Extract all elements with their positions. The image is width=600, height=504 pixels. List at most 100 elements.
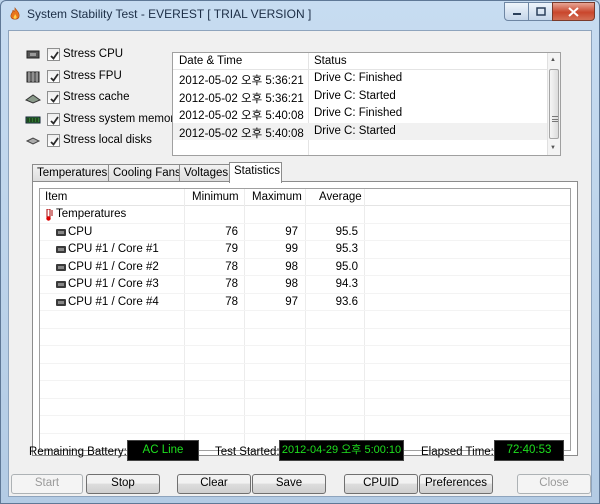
header-minimum[interactable]: Minimum <box>192 191 239 203</box>
table-row[interactable]: CPU #1 / Core #4 78 97 93.6 <box>40 294 570 311</box>
thermometer-icon <box>46 209 53 221</box>
log-status: Drive C: Started <box>314 124 396 137</box>
window-title: System Stability Test - EVEREST [ TRIAL … <box>27 7 312 21</box>
event-log-list[interactable]: Date & Time Status 2012-05-02 오후 5:36:21… <box>172 52 561 156</box>
fpu-icon <box>26 71 40 82</box>
stress-cpu-label: Stress CPU <box>63 48 124 60</box>
minimize-button[interactable] <box>504 2 529 21</box>
scrollbar-thumb[interactable] <box>549 69 559 139</box>
test-started-label: Test Started: <box>215 446 280 458</box>
stress-cache-option[interactable]: Stress cache <box>25 88 175 110</box>
stress-cpu-checkbox[interactable] <box>47 48 60 61</box>
log-row[interactable]: 2012-05-02 오후 5:40:08 Drive C: Finished <box>173 105 549 123</box>
close-icon <box>568 6 579 17</box>
stress-cpu-option[interactable]: Stress CPU <box>25 45 175 67</box>
stress-options: Stress CPU Stress FPU Stress cache Stres… <box>25 45 180 153</box>
header-item[interactable]: Item <box>45 191 67 203</box>
client-area: Stress CPU Stress FPU Stress cache Stres… <box>8 30 592 497</box>
log-status: Drive C: Started <box>314 89 396 102</box>
log-header-datetime[interactable]: Date & Time <box>179 55 242 67</box>
empty-row <box>40 346 570 364</box>
log-header: Date & Time Status <box>173 53 549 70</box>
close-window-button[interactable] <box>552 2 595 21</box>
group-row-temperatures[interactable]: Temperatures <box>40 206 570 224</box>
row-average: 93.6 <box>335 295 358 308</box>
log-header-status[interactable]: Status <box>314 55 347 67</box>
preferences-button[interactable]: Preferences <box>419 474 493 494</box>
table-row[interactable]: CPU #1 / Core #3 78 98 94.3 <box>40 276 570 294</box>
stress-cache-label: Stress cache <box>63 91 130 103</box>
table-row[interactable]: CPU #1 / Core #1 79 99 95.3 <box>40 241 570 259</box>
log-status: Drive C: Finished <box>314 107 403 119</box>
tab-temperatures[interactable]: Temperatures <box>32 164 109 182</box>
maximize-button[interactable] <box>528 2 553 21</box>
header-maximum[interactable]: Maximum <box>252 191 302 203</box>
row-item: CPU <box>68 225 93 238</box>
chip-icon <box>56 263 66 271</box>
row-item: CPU #1 / Core #4 <box>68 295 159 308</box>
row-item: CPU #1 / Core #1 <box>68 243 159 255</box>
stress-disks-checkbox[interactable] <box>47 134 60 147</box>
flame-app-icon <box>10 7 20 20</box>
empty-row <box>40 329 570 346</box>
row-item: CPU #1 / Core #3 <box>68 278 159 290</box>
scroll-down-icon[interactable]: ▼ <box>550 144 556 152</box>
title-bar[interactable]: System Stability Test - EVEREST [ TRIAL … <box>1 1 599 29</box>
stop-button[interactable]: Stop <box>86 474 160 494</box>
group-label: Temperatures <box>56 208 127 220</box>
row-minimum: 76 <box>225 225 238 238</box>
stress-disks-label: Stress local disks <box>63 134 152 146</box>
empty-row <box>40 416 570 434</box>
disk-icon <box>25 137 41 145</box>
stress-fpu-label: Stress FPU <box>63 69 122 82</box>
log-row[interactable]: 2012-05-02 오후 5:36:21 Drive C: Finished <box>173 70 549 88</box>
row-maximum: 99 <box>285 243 298 255</box>
log-datetime: 2012-05-02 오후 5:40:08 <box>179 110 304 122</box>
log-row[interactable]: 2012-05-02 오후 5:36:21 Drive C: Started <box>173 88 549 106</box>
stress-memory-option[interactable]: Stress system memory <box>25 110 180 132</box>
scroll-up-icon[interactable]: ▲ <box>550 56 556 64</box>
tab-statistics[interactable]: Statistics <box>229 162 282 183</box>
stability-test-window: System Stability Test - EVEREST [ TRIAL … <box>0 0 600 504</box>
table-row[interactable]: CPU 76 97 95.5 <box>40 224 570 241</box>
elapsed-time-label: Elapsed Time: <box>421 446 494 458</box>
stress-fpu-option[interactable]: Stress FPU <box>25 67 175 89</box>
log-row[interactable]: 2012-05-02 오후 5:40:08 Drive C: Started <box>173 122 549 140</box>
stress-memory-label: Stress system memory <box>63 112 180 125</box>
chip-icon <box>56 246 66 253</box>
stress-fpu-checkbox[interactable] <box>47 69 60 83</box>
elapsed-time-display: 72:40:53 <box>494 440 564 461</box>
empty-row <box>40 364 570 381</box>
log-status: Drive C: Finished <box>314 72 403 84</box>
row-average: 94.3 <box>335 278 358 290</box>
stress-disks-option[interactable]: Stress local disks <box>25 131 175 153</box>
cache-icon <box>25 94 41 104</box>
chip-icon <box>56 281 66 288</box>
row-maximum: 98 <box>285 278 298 290</box>
start-button[interactable]: Start <box>11 474 83 494</box>
maximize-icon <box>535 7 546 16</box>
row-minimum: 79 <box>225 243 238 255</box>
checkmark-icon <box>50 51 59 60</box>
checkmark-icon <box>50 137 59 146</box>
row-minimum: 78 <box>225 260 238 273</box>
checkmark-icon <box>50 115 59 125</box>
table-row[interactable]: CPU #1 / Core #2 78 98 95.0 <box>40 259 570 276</box>
log-scrollbar[interactable]: ▲ ▼ <box>547 53 560 155</box>
cpuid-button[interactable]: CPUID <box>344 474 418 494</box>
clear-button[interactable]: Clear <box>177 474 251 494</box>
tab-cooling-fans[interactable]: Cooling Fans <box>108 164 181 182</box>
empty-row <box>40 381 570 399</box>
log-datetime: 2012-05-02 오후 5:40:08 <box>179 127 304 140</box>
test-started-display: 2012-04-29 오후 5:00:10 <box>279 440 404 461</box>
cpu-icon <box>26 50 40 59</box>
statistics-table[interactable]: Item Minimum Maximum Average Temperature… <box>39 188 571 451</box>
empty-row <box>40 399 570 416</box>
stress-cache-checkbox[interactable] <box>47 91 60 104</box>
header-average[interactable]: Average <box>319 191 362 203</box>
tab-voltages[interactable]: Voltages <box>179 164 231 182</box>
row-average: 95.5 <box>335 225 358 238</box>
close-button[interactable]: Close <box>517 474 591 494</box>
save-button[interactable]: Save <box>252 474 326 494</box>
stress-memory-checkbox[interactable] <box>47 112 60 126</box>
